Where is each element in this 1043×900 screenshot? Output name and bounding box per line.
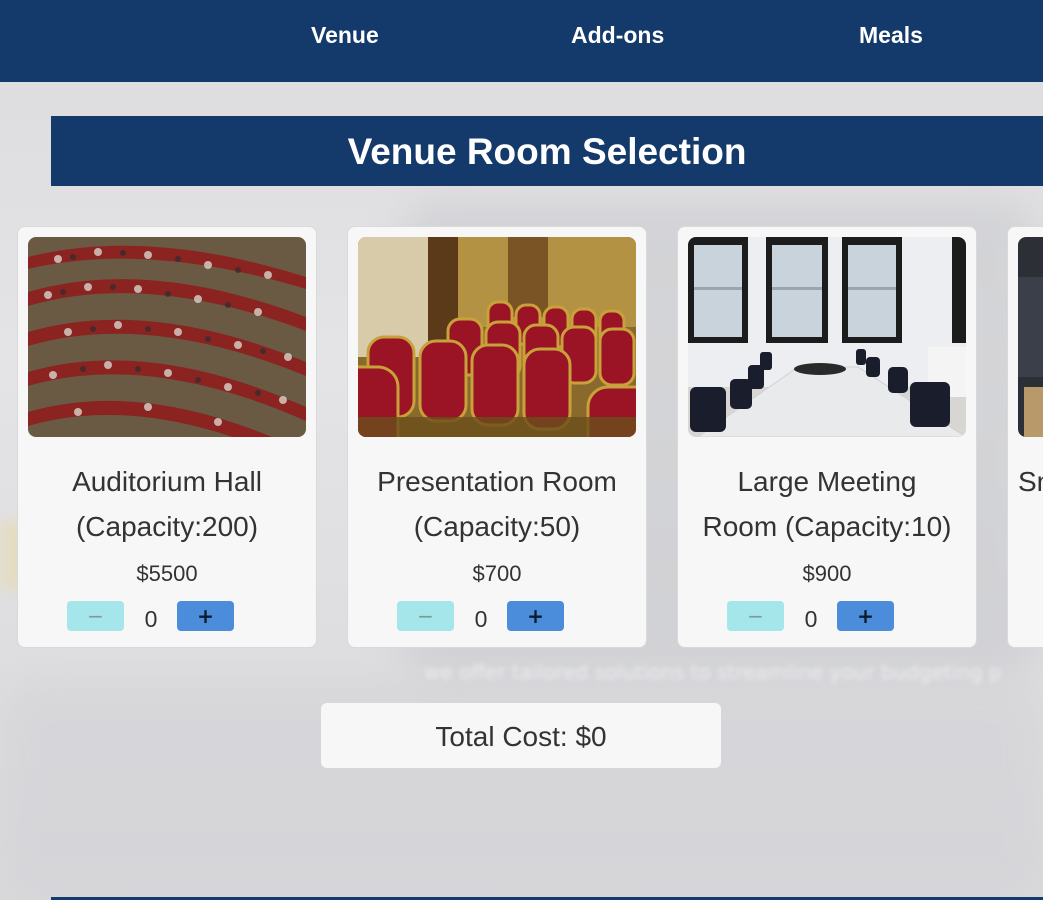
decrement-button[interactable]: − [67,601,124,631]
nav-addons[interactable]: Add-ons [571,22,664,49]
small-room-photo [1018,237,1043,437]
room-card-large-meeting: Large Meeting Room (Capacity:10) $900 − … [677,226,977,648]
auditorium-photo [28,237,306,437]
quantity-value: 0 [804,606,818,632]
increment-button[interactable]: + [507,601,564,631]
decrement-button[interactable]: − [727,601,784,631]
background-text: we offer tailored solutions to streamlin… [424,660,1002,684]
decrement-button[interactable]: − [397,601,454,631]
nav-venue[interactable]: Venue [311,22,379,49]
top-navigation: Venue Add-ons Meals [0,0,1043,82]
room-price: $700 [472,561,522,586]
presentation-room-photo [358,237,636,437]
room-name: Auditorium Hall (Capacity:200) [18,459,316,549]
total-cost: Total Cost: $0 [321,703,721,768]
room-name: Large Meeting Room (Capacity:10) [678,459,976,549]
room-name: Presentation Room (Capacity:50) [348,459,646,549]
room-card-auditorium: Auditorium Hall (Capacity:200) $5500 − 0… [17,226,317,648]
room-name-line2: (Capacity:50) [413,511,581,542]
room-price: $900 [802,561,852,586]
room-card-small: Sm [1007,226,1043,648]
room-name-line1: Sm [1018,466,1043,497]
quantity-value: 0 [474,606,488,632]
room-name-line2: (Capacity:200) [75,511,259,542]
room-name-line2: Room (Capacity:10) [702,511,952,542]
nav-meals[interactable]: Meals [859,22,923,49]
room-name-line1: Presentation Room [377,466,617,497]
section-title: Venue Room Selection [51,116,1043,186]
quantity-value: 0 [144,606,158,632]
room-card-presentation: Presentation Room (Capacity:50) $700 − 0… [347,226,647,648]
room-name-line1: Large Meeting [737,466,917,497]
meeting-room-photo [688,237,966,437]
room-name-line1: Auditorium Hall [72,466,262,497]
room-price: $5500 [136,561,198,586]
increment-button[interactable]: + [837,601,894,631]
increment-button[interactable]: + [177,601,234,631]
